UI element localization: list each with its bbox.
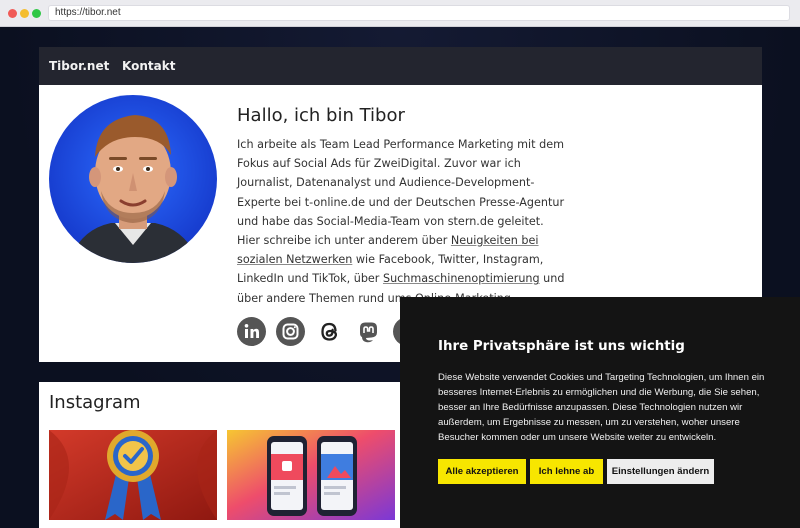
cookie-settings-button[interactable]: Einstellungen ändern: [607, 459, 714, 484]
threads-icon[interactable]: [315, 317, 344, 346]
maximize-window-button[interactable]: [32, 9, 41, 18]
profile-photo: [49, 95, 217, 263]
close-window-button[interactable]: [8, 9, 17, 18]
social-links: [237, 317, 417, 347]
site-logo-link[interactable]: Tibor.net: [49, 59, 109, 73]
link-seo[interactable]: Suchmaschinenoptimierung: [383, 272, 540, 285]
cookie-banner-title: Ihre Privatsphäre ist uns wichtig: [438, 339, 685, 354]
minimize-window-button[interactable]: [20, 9, 29, 18]
cookie-banner-text: Diese Website verwendet Cookies und Targ…: [438, 372, 765, 443]
decline-cookies-button[interactable]: Ich lehne ab: [530, 459, 603, 484]
instagram-heading: Instagram: [49, 392, 141, 413]
cookie-consent-banner: Ihre Privatsphäre ist uns wichtig Diese …: [400, 297, 800, 528]
browser-toolbar: https://tibor.net: [0, 0, 800, 27]
nav-link-contact[interactable]: Kontakt: [122, 59, 175, 73]
mastodon-icon[interactable]: [354, 317, 383, 346]
address-bar[interactable]: https://tibor.net: [48, 5, 790, 21]
linkedin-icon[interactable]: [237, 317, 266, 346]
instagram-post-thumbnail[interactable]: [49, 430, 217, 520]
intro-heading: Hallo, ich bin Tibor: [237, 105, 405, 126]
instagram-post-thumbnail[interactable]: [227, 430, 395, 520]
site-navigation: Tibor.net Kontakt: [39, 47, 762, 85]
bio-text: Ich arbeite als Team Lead Performance Ma…: [237, 138, 565, 248]
accept-all-cookies-button[interactable]: Alle akzeptieren: [438, 459, 526, 484]
intro-bio: Ich arbeite als Team Lead Performance Ma…: [237, 135, 565, 308]
instagram-icon[interactable]: [276, 317, 305, 346]
